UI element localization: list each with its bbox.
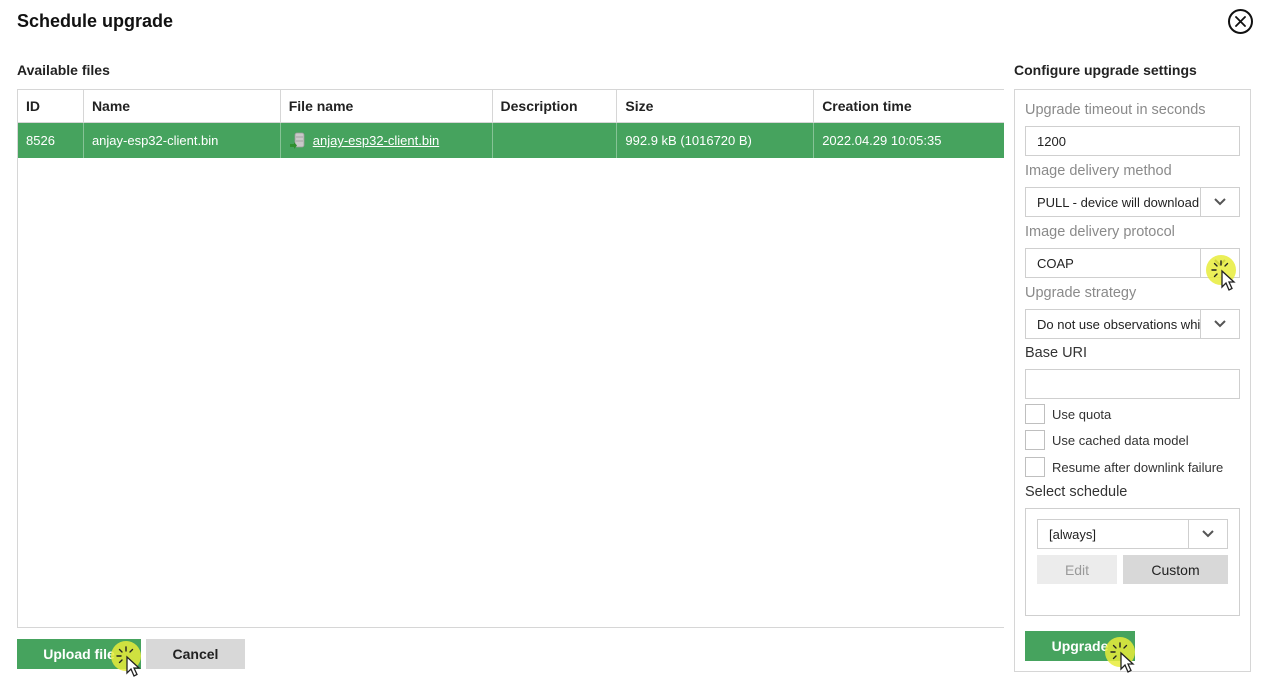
close-button[interactable] <box>1228 9 1253 34</box>
chevron-down-icon[interactable] <box>1200 188 1239 216</box>
cell-file-name: anjay-esp32-client.bin <box>281 123 493 158</box>
click-cursor-icon <box>1105 637 1135 673</box>
schedule-value: [always] <box>1049 526 1096 542</box>
chevron-down-icon[interactable] <box>1188 520 1227 548</box>
column-header-creation-time[interactable]: Creation time <box>814 90 1004 122</box>
upgrade-strategy-select[interactable]: Do not use observations while <box>1025 309 1240 339</box>
use-cached-data-model-label: Use cached data model <box>1052 432 1189 448</box>
delivery-method-select[interactable]: PULL - device will download <box>1025 187 1240 217</box>
click-cursor-icon <box>1206 255 1236 291</box>
resume-after-failure-checkbox[interactable] <box>1025 457 1045 477</box>
delivery-protocol-value: COAP <box>1037 255 1074 271</box>
table-row[interactable]: 8526 anjay-esp32-client.bin anjay-esp32-… <box>18 123 1004 158</box>
column-header-description[interactable]: Description <box>493 90 618 122</box>
base-uri-label: Base URI <box>1025 345 1088 361</box>
file-download-icon <box>289 132 307 150</box>
cell-size: 992.9 kB (1016720 B) <box>617 123 815 158</box>
base-uri-input[interactable] <box>1025 369 1240 399</box>
cancel-button[interactable]: Cancel <box>146 639 245 669</box>
column-header-name[interactable]: Name <box>84 90 281 122</box>
delivery-method-value: PULL - device will download <box>1037 194 1200 210</box>
use-cached-data-model-checkbox-row[interactable]: Use cached data model <box>1025 430 1189 450</box>
use-quota-checkbox[interactable] <box>1025 404 1045 424</box>
column-header-size[interactable]: Size <box>617 90 815 122</box>
cell-creation-time: 2022.04.29 10:05:35 <box>822 133 942 148</box>
use-quota-label: Use quota <box>1052 406 1112 422</box>
resume-after-failure-label: Resume after downlink failure <box>1052 459 1224 475</box>
cell-name: anjay-esp32-client.bin <box>84 123 281 158</box>
schedule-select[interactable]: [always] <box>1037 519 1228 549</box>
chevron-down-icon[interactable] <box>1200 310 1239 338</box>
use-cached-data-model-checkbox[interactable] <box>1025 430 1045 450</box>
edit-schedule-button[interactable]: Edit <box>1037 555 1117 584</box>
click-cursor-icon <box>111 641 141 677</box>
available-files-label: Available files <box>17 62 110 78</box>
configure-settings-label: Configure upgrade settings <box>1014 62 1197 78</box>
custom-schedule-button[interactable]: Custom <box>1123 555 1228 584</box>
dialog-title: Schedule upgrade <box>17 11 174 31</box>
files-table: ID Name File name Description Size Creat… <box>17 89 1004 628</box>
delivery-method-label: Image delivery method <box>1025 163 1172 179</box>
table-header: ID Name File name Description Size Creat… <box>18 90 1004 123</box>
upgrade-strategy-label: Upgrade strategy <box>1025 285 1137 301</box>
column-header-id[interactable]: ID <box>18 90 84 122</box>
upgrade-strategy-value: Do not use observations while <box>1037 316 1200 332</box>
resume-after-failure-checkbox-row[interactable]: Resume after downlink failure <box>1025 457 1223 477</box>
timeout-input[interactable]: 1200 <box>1025 126 1240 156</box>
use-quota-checkbox-row[interactable]: Use quota <box>1025 404 1111 424</box>
column-header-file-name[interactable]: File name <box>281 90 493 122</box>
close-icon <box>1235 16 1246 27</box>
timeout-label: Upgrade timeout in seconds <box>1025 102 1206 118</box>
delivery-protocol-label: Image delivery protocol <box>1025 224 1175 240</box>
cell-description <box>493 123 618 158</box>
select-schedule-label: Select schedule <box>1025 484 1128 500</box>
file-download-link[interactable]: anjay-esp32-client.bin <box>313 133 439 148</box>
cell-id: 8526 <box>18 123 84 158</box>
